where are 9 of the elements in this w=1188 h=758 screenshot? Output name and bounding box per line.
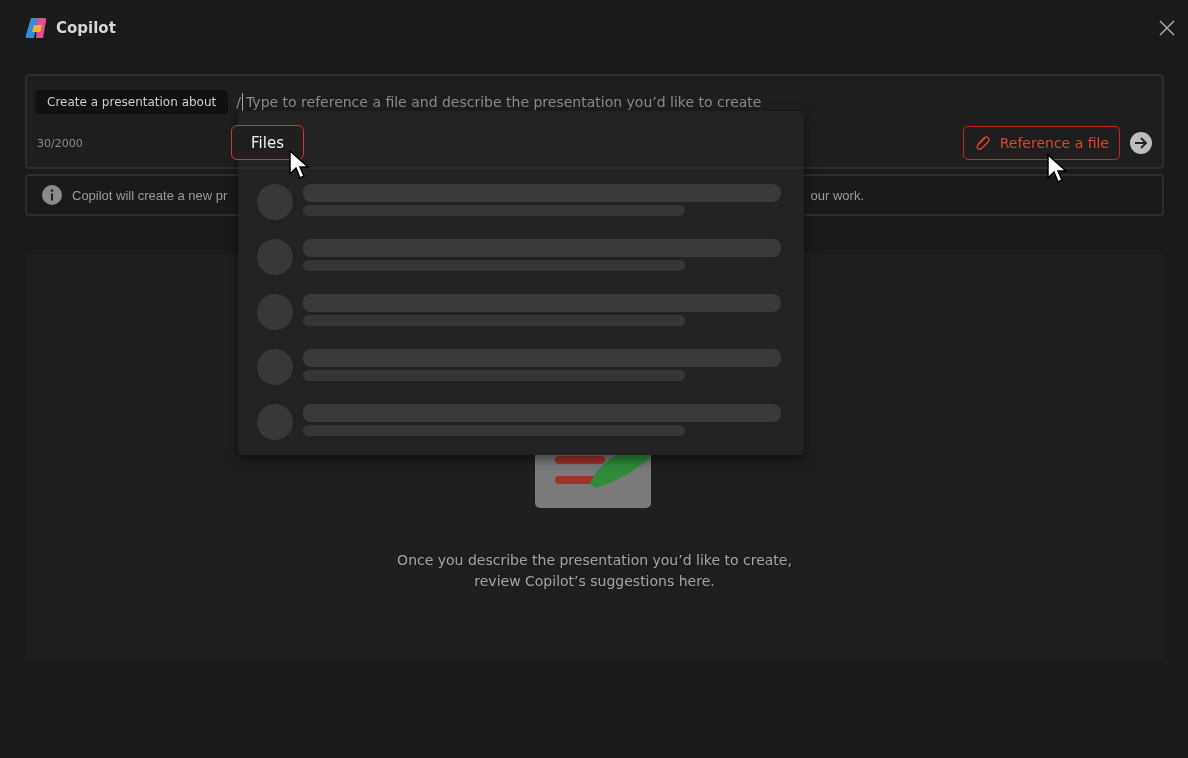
window-title: Copilot bbox=[56, 19, 116, 37]
typed-text: / bbox=[236, 94, 241, 110]
prompt-chip: Create a presentation about bbox=[35, 90, 229, 114]
info-text: Copilot will create a new pr bbox=[72, 187, 228, 203]
placeholder-text: Type to reference a file and describe the presentation you’d like to create bbox=[245, 94, 762, 110]
empty-state-text: Once you describe the presentation you’d like to create, bbox=[397, 551, 792, 570]
character-counter: 30/2000 bbox=[37, 136, 83, 150]
empty-state-text: review Copilot’s suggestions here. bbox=[474, 572, 715, 591]
info-text: our work. bbox=[810, 187, 864, 203]
